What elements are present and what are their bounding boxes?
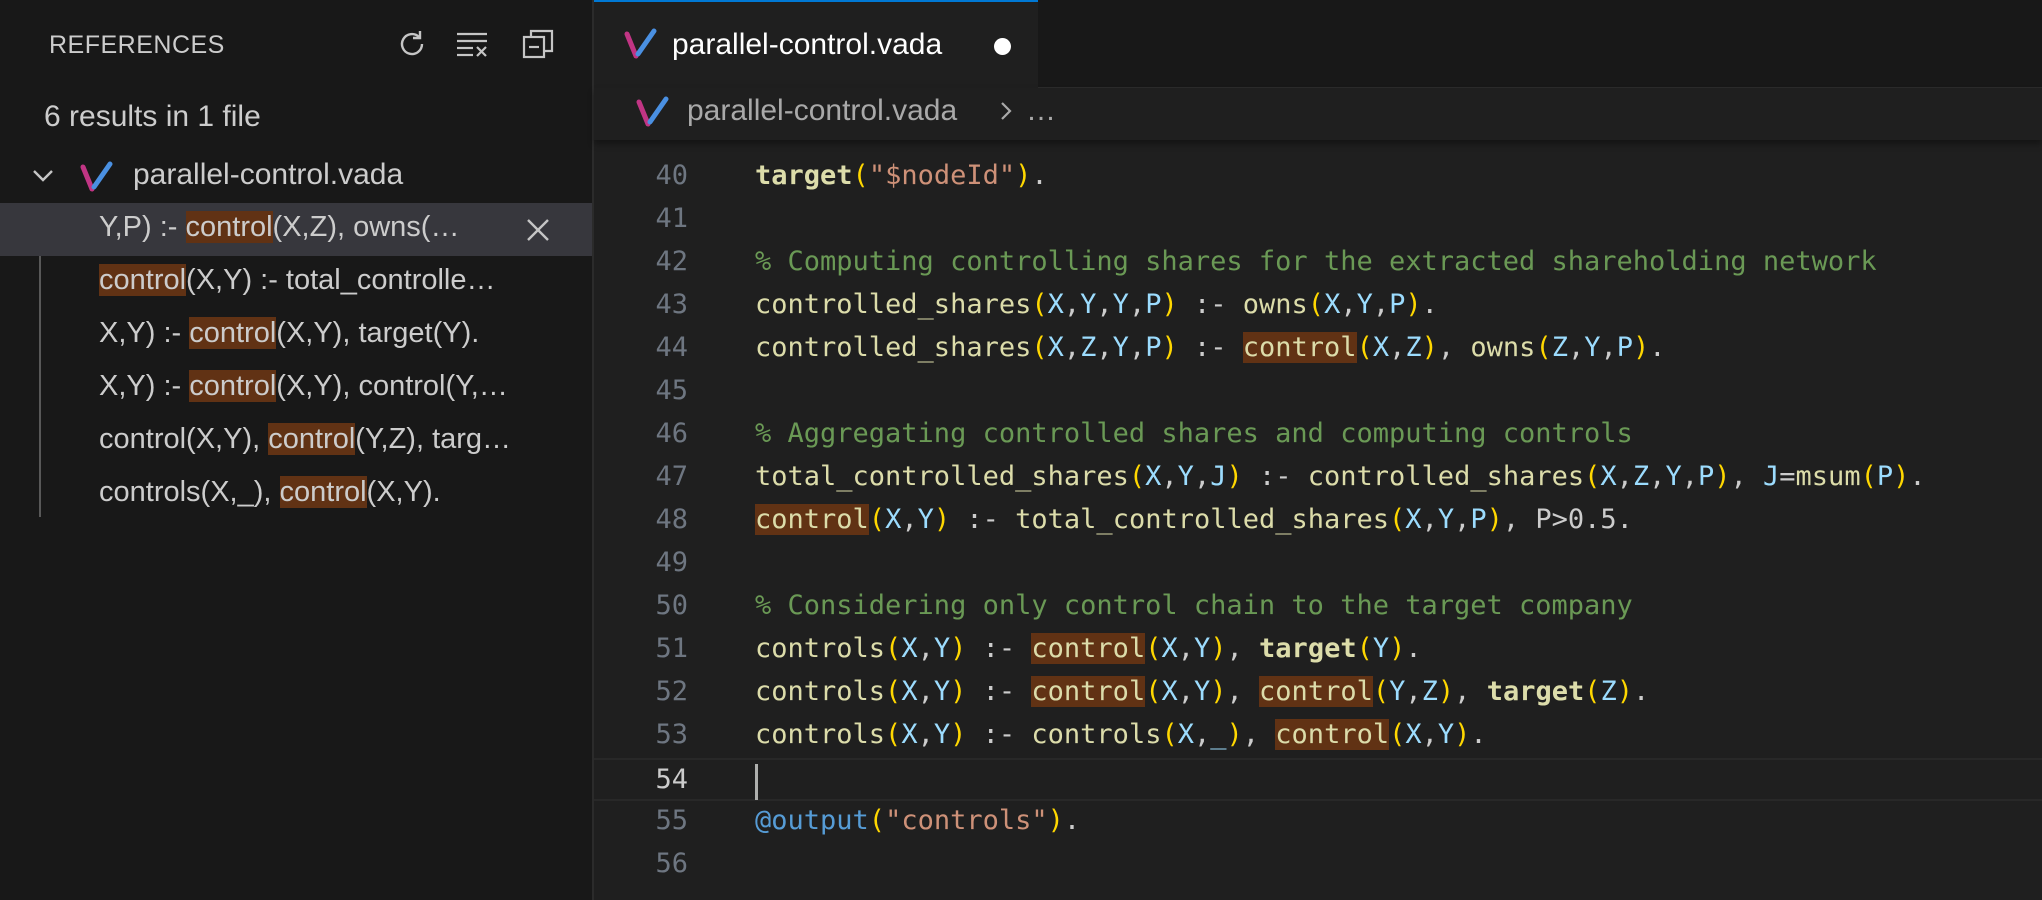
- chevron-down-icon[interactable]: [30, 163, 56, 189]
- reference-result[interactable]: Y,P) :- control(X,Z), owns(…: [0, 203, 592, 256]
- code-line: 53 controls(X,Y) :- controls(X,_), contr…: [594, 715, 2042, 758]
- clear-all-icon[interactable]: [452, 24, 492, 64]
- result-prefix: X,Y) :-: [99, 317, 190, 349]
- result-prefix: control(X,Y),: [99, 423, 269, 455]
- code-line: 40 target("$nodeId").: [594, 156, 2042, 199]
- reference-result[interactable]: X,Y) :- control(X,Y), control(Y,…: [0, 362, 592, 415]
- dismiss-result-icon[interactable]: [524, 216, 552, 244]
- line-number: 43: [655, 289, 688, 320]
- code-line: 41: [594, 199, 2042, 242]
- line-number: 46: [655, 418, 688, 449]
- code-text: control(X,Y) :- total_controlled_shares(…: [755, 504, 1633, 535]
- vada-file-icon: [80, 161, 116, 193]
- line-number: 41: [655, 203, 688, 234]
- line-number: 40: [655, 160, 688, 191]
- code-text: controlled_shares(X,Z,Y,P) :- control(X,…: [755, 332, 1666, 363]
- code-text: controls(X,Y) :- control(X,Y), target(Y)…: [755, 633, 1422, 664]
- result-suffix: (Y,Z), targ…: [355, 423, 512, 455]
- result-suffix: (X,Y), control(Y,…: [276, 370, 508, 402]
- code-line: 43 controlled_shares(X,Y,Y,P) :- owns(X,…: [594, 285, 2042, 328]
- code-line: 44 controlled_shares(X,Z,Y,P) :- control…: [594, 328, 2042, 371]
- result-suffix: (X,Y).: [366, 476, 441, 508]
- references-panel: REFERENCES 6 results in 1 file parallel-…: [0, 0, 594, 900]
- result-prefix: Y,P) :-: [99, 211, 186, 243]
- reference-result[interactable]: X,Y) :- control(X,Y), target(Y).: [0, 309, 592, 362]
- line-number: 42: [655, 246, 688, 277]
- code-text: target("$nodeId").: [755, 160, 1048, 191]
- result-suffix: (X,Y) :- total_controlle…: [186, 264, 496, 296]
- code-line: 47 total_controlled_shares(X,Y,J) :- con…: [594, 457, 2042, 500]
- vada-file-icon: [624, 28, 660, 60]
- result-match: control: [189, 317, 277, 349]
- code-line: 52 controls(X,Y) :- control(X,Y), contro…: [594, 672, 2042, 715]
- line-number: 53: [655, 719, 688, 750]
- line-number: 45: [655, 375, 688, 406]
- result-match: control: [185, 211, 273, 243]
- code-line: 51 controls(X,Y) :- control(X,Y), target…: [594, 629, 2042, 672]
- code-comment: % Aggregating controlled shares and comp…: [755, 418, 1633, 449]
- line-number: 44: [655, 332, 688, 363]
- code-text: controlled_shares(X,Y,Y,P) :- owns(X,Y,P…: [755, 289, 1438, 320]
- references-title: REFERENCES: [49, 31, 225, 59]
- line-number: 50: [655, 590, 688, 621]
- line-number: 48: [655, 504, 688, 535]
- references-file-name: parallel-control.vada: [133, 158, 404, 191]
- results-summary: 6 results in 1 file: [44, 100, 261, 133]
- code-line: 56: [594, 844, 2042, 887]
- chevron-right-icon: [996, 100, 1016, 122]
- line-number: 52: [655, 676, 688, 707]
- text-cursor: [755, 764, 758, 800]
- result-suffix: (X,Y), target(Y).: [276, 317, 480, 349]
- references-header: REFERENCES: [0, 0, 592, 88]
- result-match: control: [99, 264, 187, 296]
- result-match: control: [279, 476, 367, 508]
- line-number: 51: [655, 633, 688, 664]
- collapse-all-icon[interactable]: [518, 24, 558, 64]
- breadcrumb: parallel-control.vada …: [594, 88, 2042, 140]
- result-match: control: [189, 370, 277, 402]
- reference-result[interactable]: control(X,Y) :- total_controlle…: [0, 256, 592, 309]
- line-number: 56: [655, 848, 688, 879]
- result-prefix: X,Y) :-: [99, 370, 190, 402]
- editor-tab[interactable]: parallel-control.vada: [594, 0, 1038, 88]
- vada-file-icon: [636, 96, 672, 128]
- tab-filename: parallel-control.vada: [672, 28, 943, 61]
- line-number: 47: [655, 461, 688, 492]
- code-text: total_controlled_shares(X,Y,J) :- contro…: [755, 461, 1926, 492]
- line-number: 55: [655, 805, 688, 836]
- result-match: control: [268, 423, 356, 455]
- code-comment: % Considering only control chain to the …: [755, 590, 1633, 621]
- code-editor[interactable]: 40 target("$nodeId"). 41 42 % Computing …: [594, 140, 2042, 900]
- current-code-line: 54: [594, 758, 2042, 801]
- breadcrumb-more[interactable]: …: [1026, 94, 1056, 128]
- result-suffix: (X,Z), owns(…: [272, 211, 460, 243]
- line-number: 49: [655, 547, 688, 578]
- code-line: 46 % Aggregating controlled shares and c…: [594, 414, 2042, 457]
- code-text: controls(X,Y) :- controls(X,_), control(…: [755, 719, 1487, 750]
- code-line: 42 % Computing controlling shares for th…: [594, 242, 2042, 285]
- line-number: 54: [655, 764, 688, 795]
- code-comment: % Computing controlling shares for the e…: [755, 246, 1877, 277]
- code-line: 49: [594, 543, 2042, 586]
- code-line: 50 % Considering only control chain to t…: [594, 586, 2042, 629]
- code-text: @output("controls").: [755, 805, 1081, 836]
- code-line: 55 @output("controls").: [594, 801, 2042, 844]
- result-prefix: controls(X,_),: [99, 476, 280, 508]
- code-line: 45: [594, 371, 2042, 414]
- refresh-icon[interactable]: [392, 24, 432, 64]
- code-text: controls(X,Y) :- control(X,Y), control(Y…: [755, 676, 1650, 707]
- unsaved-dot-icon[interactable]: [994, 38, 1011, 55]
- breadcrumb-file[interactable]: parallel-control.vada: [687, 94, 957, 128]
- references-file-row[interactable]: parallel-control.vada: [0, 153, 592, 199]
- reference-result[interactable]: control(X,Y), control(Y,Z), targ…: [0, 415, 592, 468]
- editor-tab-bar: parallel-control.vada: [594, 0, 2042, 88]
- code-line: 48 control(X,Y) :- total_controlled_shar…: [594, 500, 2042, 543]
- reference-result[interactable]: controls(X,_), control(X,Y).: [0, 468, 592, 521]
